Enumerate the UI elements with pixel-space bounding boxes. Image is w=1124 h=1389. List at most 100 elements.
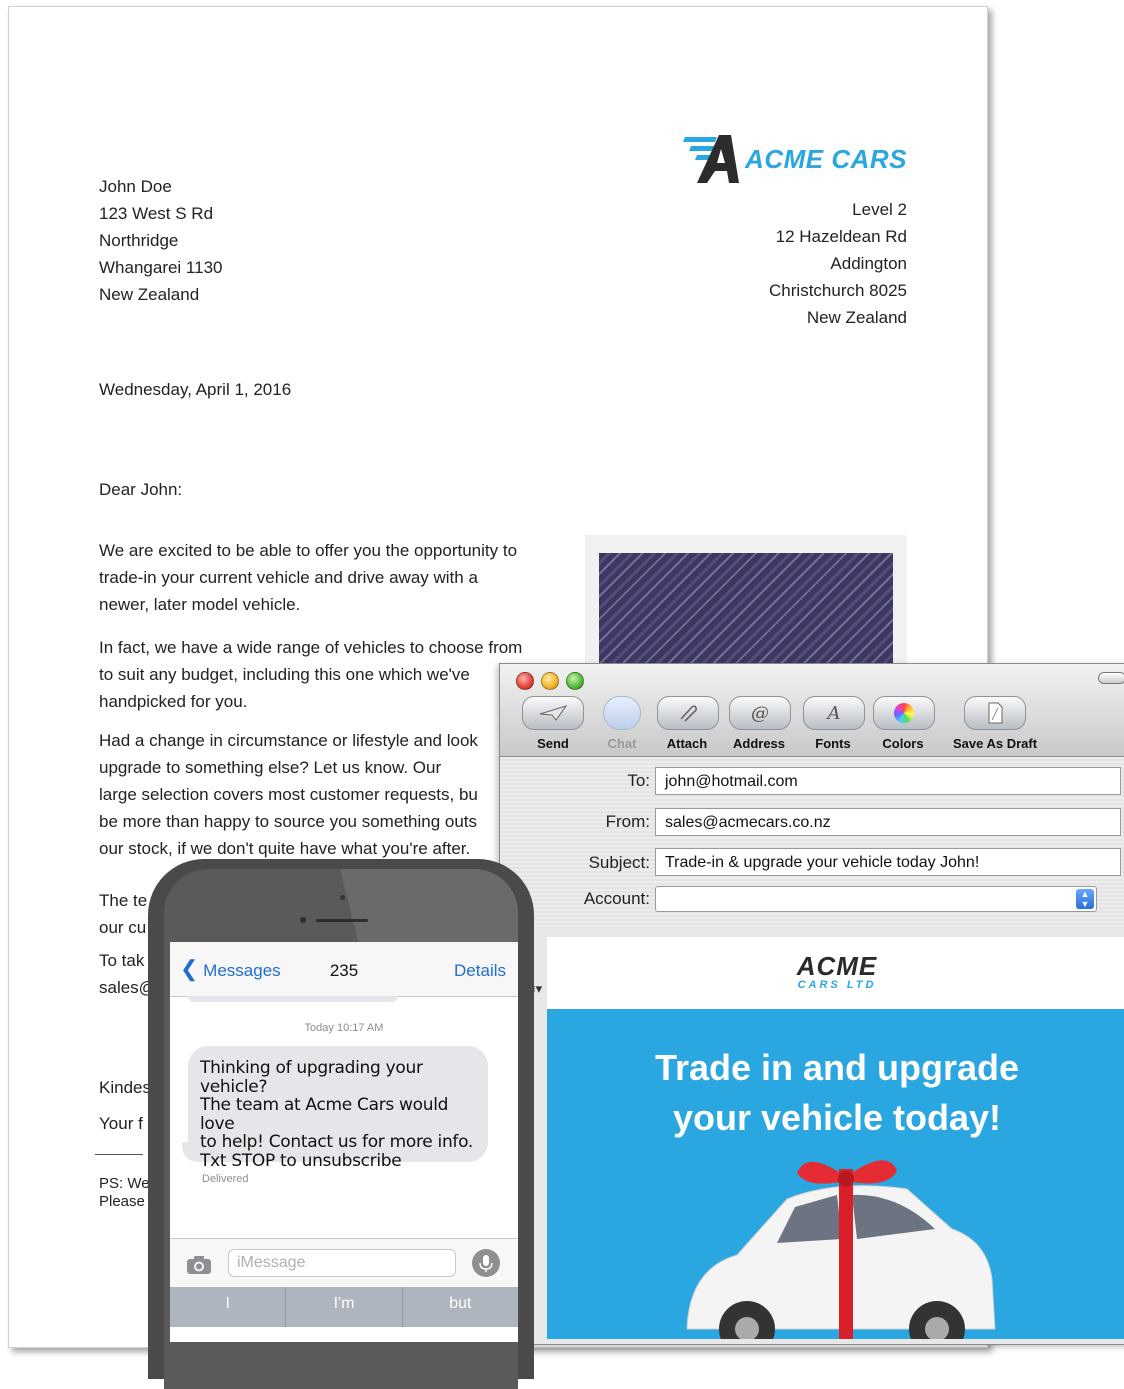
send-button[interactable]: Send <box>522 696 584 751</box>
text-line: to suit any budget, including this one w… <box>99 665 470 684</box>
message-text: Thinking of upgrading your vehicle? The … <box>200 1059 485 1170</box>
message-timestamp: Today 10:17 AM <box>304 1022 384 1034</box>
acme-cars-logo: ACME CARS <box>683 131 907 187</box>
salutation: Dear John: <box>99 480 183 499</box>
address-line: 12 Hazeldean Rd <box>775 227 907 246</box>
delivery-status: Delivered <box>202 1173 249 1185</box>
address-line: Addington <box>830 254 907 273</box>
mail-compose-window: Send Chat Attach @ Address A Fonts Color… <box>499 663 1124 1345</box>
address-line: 123 West S Rd <box>99 204 214 223</box>
text-line: handpicked for you. <box>99 692 248 711</box>
prediction-suggestion[interactable]: I <box>170 1287 287 1327</box>
fonts-label: Fonts <box>815 736 851 751</box>
messages-nav-bar: ❮ Messages 235 Details <box>170 942 518 997</box>
mail-toolbar: Send Chat Attach @ Address A Fonts Color… <box>500 664 1124 757</box>
header-fields: To: john@hotmail.com From: sales@acmecar… <box>500 757 1124 996</box>
address-line: New Zealand <box>806 308 907 327</box>
proximity-sensor <box>300 917 306 923</box>
received-message-bubble[interactable]: Thinking of upgrading your vehicle? The … <box>188 1046 488 1170</box>
to-label: To: <box>627 771 650 790</box>
logo-wordmark: ACME CARS <box>745 143 907 174</box>
text-line: trade-in your current vehicle and drive … <box>99 568 478 587</box>
address-line: Whangarei 1130 <box>99 258 223 277</box>
imessage-input[interactable]: iMessage <box>228 1249 456 1277</box>
account-select[interactable]: ▲ ▼ <box>655 886 1097 912</box>
close-window-button[interactable] <box>516 672 534 690</box>
draft-document-icon <box>964 696 1026 730</box>
text-line: newer, later model vehicle. <box>99 595 301 614</box>
chat-button[interactable]: Chat <box>600 696 644 751</box>
text-line: be more than happy to source you somethi… <box>99 812 478 831</box>
postscript: PS: We Please <box>99 1175 150 1211</box>
letter-date: Wednesday, April 1, 2016 <box>99 380 292 399</box>
earpiece-speaker <box>316 919 368 922</box>
microphone-icon[interactable] <box>472 1249 500 1277</box>
headline-line: Trade in and upgrade <box>654 1047 1020 1088</box>
headline-line: your vehicle today! <box>672 1097 1002 1138</box>
from-field[interactable]: sales@acmecars.co.nz <box>655 808 1121 836</box>
subject-label: Subject: <box>588 853 650 872</box>
save-as-draft-button[interactable]: Save As Draft <box>952 696 1038 751</box>
address-button[interactable]: @ Address <box>729 696 791 751</box>
chat-label: Chat <box>607 736 637 751</box>
fonts-button[interactable]: A Fonts <box>803 696 865 751</box>
to-field[interactable]: john@hotmail.com <box>655 767 1121 795</box>
text-line: upgrade to something else? Let us know. … <box>99 758 442 777</box>
gift-car-illustration <box>686 1160 996 1339</box>
text-line: In fact, we have a wide range of vehicle… <box>99 638 523 657</box>
address-line: Level 2 <box>852 200 907 219</box>
text-line: large selection covers most customer req… <box>99 785 478 804</box>
updown-arrows-icon: ▲ ▼ <box>1076 889 1094 909</box>
signature-name: Your f <box>99 1114 143 1133</box>
acme-a-mark-icon <box>683 135 740 183</box>
recipient-address: John Doe 123 West S Rd Northridge Whanga… <box>99 173 223 308</box>
message-line: Thinking of upgrading your vehicle? <box>200 1058 423 1097</box>
minimize-window-button[interactable] <box>541 672 559 690</box>
message-line: to help! Contact us for more info. <box>200 1132 474 1152</box>
logo-line-1: ACME <box>796 951 878 981</box>
subject-field[interactable]: Trade-in & upgrade your vehicle today Jo… <box>655 848 1121 876</box>
camera-icon[interactable] <box>186 1255 212 1280</box>
address-line: Christchurch 8025 <box>769 281 907 300</box>
zoom-window-button[interactable] <box>566 672 584 690</box>
text-line: Had a change in circumstance or lifestyl… <box>99 731 478 750</box>
email-headline: Trade in and upgrade your vehicle today! <box>547 1043 1124 1143</box>
front-camera-icon <box>340 895 345 900</box>
chat-bubble-icon <box>603 696 641 730</box>
attach-button[interactable]: Attach <box>657 696 719 751</box>
prediction-suggestion[interactable]: I'm <box>286 1287 403 1327</box>
signature-rule <box>95 1154 143 1155</box>
message-line: The team at Acme Cars would love <box>200 1095 449 1134</box>
sender-address: Level 2 12 Hazeldean Rd Addington Christ… <box>769 196 907 331</box>
paragraph-2: In fact, we have a wide range of vehicle… <box>99 634 559 715</box>
prediction-suggestion[interactable]: but <box>403 1287 518 1327</box>
details-button[interactable]: Details <box>454 961 506 981</box>
toolbar-toggle-button[interactable] <box>1098 672 1124 684</box>
text-line: Please <box>99 1193 145 1210</box>
paragraph-3: Had a change in circumstance or lifestyl… <box>99 727 519 862</box>
address-label: Address <box>732 736 786 751</box>
bezel-reflection <box>340 869 518 949</box>
address-line: New Zealand <box>99 285 200 304</box>
save-as-draft-label: Save As Draft <box>952 736 1038 751</box>
messages-screen: ❮ Messages 235 Details Today 10:17 AM Th… <box>170 942 518 1342</box>
paragraph-1: We are excited to be able to offer you t… <box>99 537 559 618</box>
message-line: Txt STOP to unsubscribe <box>200 1150 402 1171</box>
colors-label: Colors <box>882 736 924 751</box>
previous-message-bubble <box>188 996 398 1002</box>
predictive-text-bar: I I'm but <box>170 1287 518 1327</box>
acme-cars-ltd-logo: ACME CARS LTD <box>547 953 1124 991</box>
font-a-icon: A <box>803 696 865 730</box>
send-label: Send <box>537 736 569 751</box>
paper-plane-icon <box>522 696 584 730</box>
message-input-bar: iMessage <box>170 1238 518 1287</box>
paperclip-icon <box>657 696 719 730</box>
logo-line-2: CARS LTD <box>797 979 877 991</box>
address-line: Northridge <box>99 231 179 250</box>
from-label: From: <box>605 812 650 831</box>
address-line: John Doe <box>99 177 172 196</box>
attach-label: Attach <box>666 736 708 751</box>
colors-button[interactable]: Colors <box>873 696 935 751</box>
at-sign-icon: @ <box>729 696 791 730</box>
email-body[interactable]: ACME CARS LTD Trade in and upgrade your … <box>547 937 1124 1339</box>
